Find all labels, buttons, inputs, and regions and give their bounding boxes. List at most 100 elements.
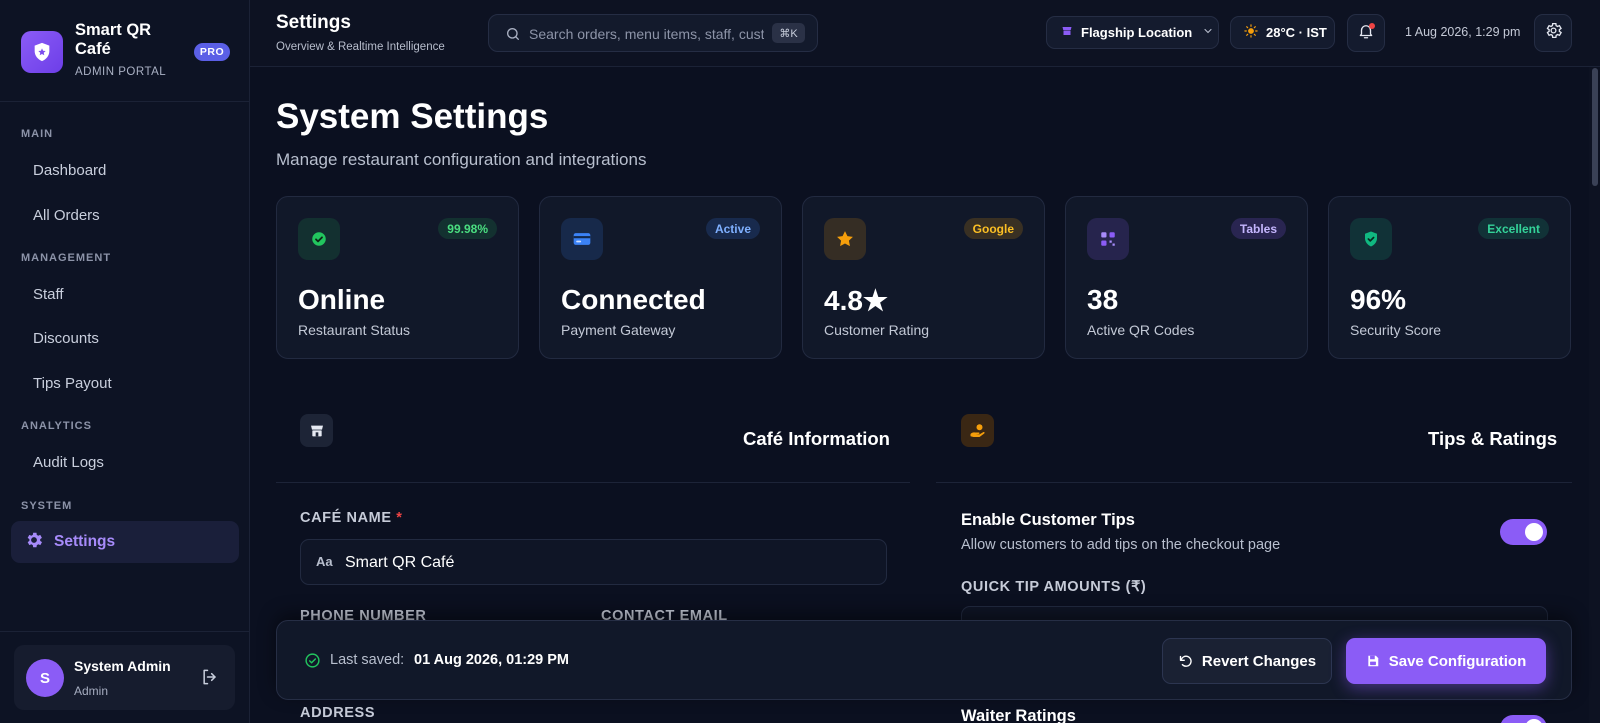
search-icon [505, 26, 521, 47]
sidebar-item-discounts[interactable]: Discounts [33, 330, 99, 347]
search-bar[interactable]: ⌘K [488, 14, 818, 52]
star-icon [824, 218, 866, 260]
shield-icon [1350, 218, 1392, 260]
stat-value: Connected [561, 284, 706, 315]
nav-section-management: MANAGEMENT [21, 252, 112, 264]
tips-ratings-title: Tips & Ratings [1428, 428, 1558, 449]
stat-label: Customer Rating [824, 322, 930, 338]
weather-widget: 28°C · IST [1230, 16, 1335, 49]
brand-name: Smart QR Café [75, 21, 152, 58]
last-saved-label: Last saved: [330, 652, 405, 668]
page-subtitle: Manage restaurant configuration and inte… [276, 150, 647, 169]
nav-section-system: SYSTEM [21, 500, 73, 512]
sidebar-item-tips-payout[interactable]: Tips Payout [33, 375, 112, 392]
weather-label: 28°C · IST [1266, 25, 1327, 40]
stat-card-payment-gateway: Active Connected Payment Gateway [539, 196, 782, 359]
page-title: System Settings [276, 97, 549, 136]
sidebar-item-all-orders[interactable]: All Orders [33, 207, 100, 224]
user-role: Admin [74, 684, 109, 698]
stat-label: Active QR Codes [1087, 322, 1195, 338]
enable-tips-toggle[interactable] [1500, 519, 1547, 545]
tip-hand-icon [961, 414, 994, 447]
pro-badge: PRO [194, 43, 230, 61]
stat-label: Payment Gateway [561, 322, 676, 338]
search-shortcut-badge: ⌘K [772, 23, 805, 43]
stat-card-customer-rating: Google 4.8★ Customer Rating [802, 196, 1045, 359]
sidebar-item-label: Settings [54, 533, 116, 550]
cafe-name-field[interactable]: Aa [300, 539, 887, 585]
waiter-ratings-title: Waiter Ratings [961, 707, 1076, 723]
sidebar-divider [0, 631, 249, 632]
stat-card-qr-codes: Tables 38 Active QR Codes [1065, 196, 1308, 359]
cafe-name-label: CAFÉ NAME * [300, 510, 403, 526]
search-input[interactable] [529, 24, 764, 44]
header-datetime: 1 Aug 2026, 1:29 pm [1405, 25, 1521, 39]
notification-dot [1369, 23, 1375, 29]
credit-card-icon [561, 218, 603, 260]
quick-tip-amounts-label: QUICK TIP AMOUNTS (₹) [961, 579, 1147, 595]
section-divider [936, 482, 1572, 483]
section-divider [276, 482, 910, 483]
sidebar-divider [0, 101, 249, 102]
cafe-info-title: Café Information [743, 428, 890, 449]
user-card[interactable]: S System Admin Admin [14, 645, 235, 710]
brand-subtitle: ADMIN PORTAL [75, 66, 167, 78]
stat-label: Restaurant Status [298, 322, 411, 338]
sun-icon [1244, 24, 1258, 41]
top-header: Settings Overview & Realtime Intelligenc… [250, 0, 1600, 67]
store-icon [300, 414, 333, 447]
undo-icon [1179, 655, 1192, 667]
stat-value: 96% [1350, 284, 1407, 315]
sidebar-item-settings[interactable]: Settings [11, 521, 239, 563]
brand-logo-icon [21, 31, 63, 73]
location-label: Flagship Location [1081, 25, 1193, 40]
location-selector[interactable]: Flagship Location [1046, 16, 1219, 49]
toggle-knob [1525, 719, 1543, 723]
sidebar-item-dashboard[interactable]: Dashboard [33, 162, 106, 179]
notifications-button[interactable] [1347, 14, 1385, 52]
sidebar-item-staff[interactable]: Staff [33, 286, 64, 303]
nav-section-analytics: ANALYTICS [21, 420, 92, 432]
store-icon [1061, 25, 1073, 40]
stat-label: Security Score [1350, 322, 1442, 338]
check-circle-icon [304, 652, 321, 674]
header-settings-button[interactable] [1534, 14, 1572, 52]
stat-card-security-score: Excellent 96% Security Score [1328, 196, 1571, 359]
header-subtitle: Overview & Realtime Intelligence [276, 41, 445, 53]
waiter-ratings-toggle[interactable] [1500, 715, 1547, 723]
scrollbar-thumb[interactable] [1592, 68, 1598, 186]
stat-value: 38 [1087, 284, 1119, 315]
address-label: ADDRESS [300, 705, 376, 721]
stat-value: 4.8★ [824, 285, 889, 316]
save-configuration-label: Save Configuration [1388, 652, 1527, 670]
enable-tips-description: Allow customers to add tips on the check… [961, 537, 1281, 553]
stat-badge: Google [963, 218, 1023, 239]
brand: Smart QR Café PRO ADMIN PORTAL [21, 21, 231, 81]
stat-badge: Excellent [1478, 218, 1549, 239]
stat-badge: Tables [1230, 218, 1286, 239]
sidebar: Smart QR Café PRO ADMIN PORTAL MAIN Dash… [0, 0, 250, 723]
cafe-name-input[interactable] [345, 552, 865, 574]
save-configuration-button[interactable]: Save Configuration [1346, 638, 1546, 684]
sidebar-item-audit-logs[interactable]: Audit Logs [33, 454, 104, 471]
stat-badge: 99.98% [438, 218, 497, 239]
qr-code-icon [1087, 218, 1129, 260]
avatar: S [26, 659, 64, 697]
chevron-down-icon [1202, 25, 1214, 40]
check-circle-icon [298, 218, 340, 260]
logout-icon[interactable] [200, 667, 220, 692]
gear-icon [24, 530, 44, 555]
nav-section-main: MAIN [21, 128, 54, 140]
user-name: System Admin [74, 658, 171, 674]
save-bar: Last saved: 01 Aug 2026, 01:29 PM Revert… [276, 620, 1572, 700]
text-format-icon: Aa [316, 554, 333, 569]
enable-tips-title: Enable Customer Tips [961, 511, 1135, 529]
toggle-knob [1525, 523, 1543, 541]
required-asterisk: * [396, 510, 403, 526]
revert-changes-label: Revert Changes [1201, 652, 1317, 670]
last-saved-time: 01 Aug 2026, 01:29 PM [414, 652, 570, 668]
stat-badge: Active [705, 218, 760, 239]
stat-value: Online [298, 284, 386, 315]
revert-changes-button[interactable]: Revert Changes [1162, 638, 1332, 684]
floppy-disk-icon [1368, 655, 1378, 667]
